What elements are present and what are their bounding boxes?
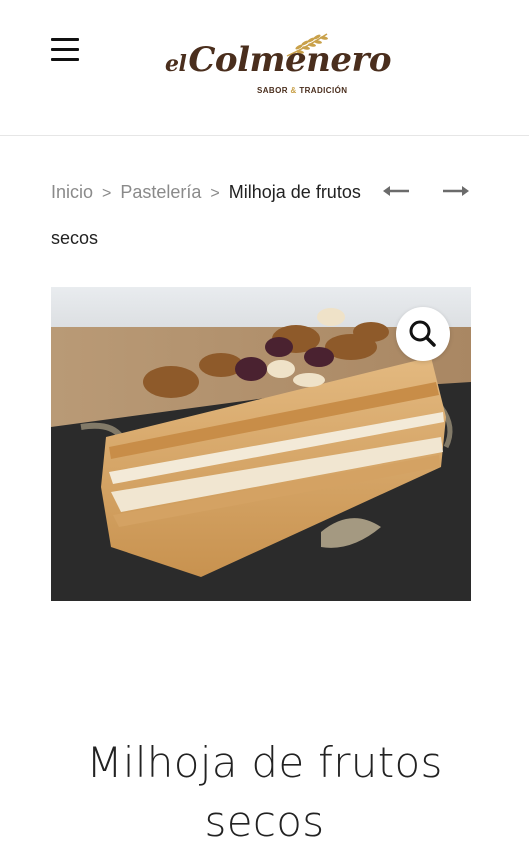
- breadcrumb-separator: >: [210, 185, 220, 202]
- logo-wordmark: elColmenero: [165, 40, 392, 80]
- breadcrumb-current: Milhoja de frutos secos: [51, 182, 361, 248]
- product-navigation: [381, 181, 473, 201]
- logo-tagline: SABOR & TRADICIÓN: [257, 86, 348, 95]
- breadcrumb-separator: >: [102, 185, 112, 202]
- arrow-right-icon[interactable]: [441, 181, 471, 201]
- zoom-button[interactable]: [396, 307, 450, 361]
- hamburger-menu-icon[interactable]: [51, 38, 79, 61]
- breadcrumb: Inicio > Pastelería > Milhoja de frutos seco…: [51, 170, 361, 261]
- product-title: Milhoja de frutos secos: [86, 738, 443, 847]
- zoom-search-icon: [409, 320, 436, 347]
- breadcrumb-link-pasteleria[interactable]: Pastelería: [120, 182, 201, 202]
- arrow-left-icon[interactable]: [381, 181, 411, 201]
- breadcrumb-link-inicio[interactable]: Inicio: [51, 182, 93, 202]
- site-header: elColmenero SABOR & TRADICIÓN: [0, 0, 529, 136]
- site-logo[interactable]: elColmenero SABOR & TRADICIÓN: [165, 30, 392, 102]
